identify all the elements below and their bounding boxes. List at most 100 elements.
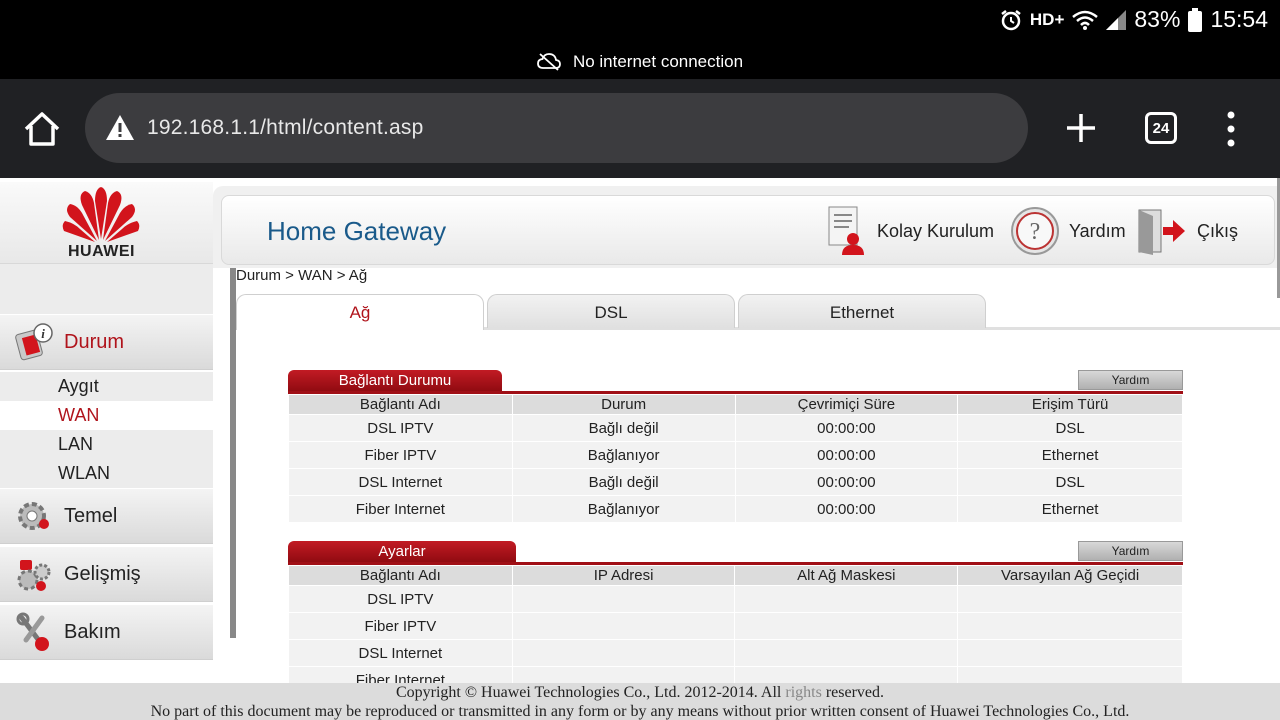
- nav-label: Temel: [64, 504, 118, 527]
- battery-icon: [1188, 7, 1203, 32]
- nav-sub-wlan[interactable]: WLAN: [0, 459, 213, 488]
- logo-text: HUAWEI: [68, 243, 135, 260]
- column-header: Bağlantı Adı: [288, 394, 513, 415]
- table-cell: 00:00:00: [734, 414, 959, 442]
- info-status-icon: i: [15, 323, 53, 361]
- page-header: Home Gateway Kolay Kurulum ? Yardım Çıkı…: [221, 195, 1275, 265]
- table-row: DSL Internet: [288, 639, 1183, 667]
- footer: Copyright © Huawei Technologies Co., Ltd…: [0, 683, 1280, 720]
- table-cell: [734, 585, 959, 613]
- hd-plus-indicator: HD+: [1029, 9, 1065, 29]
- router-page: HUAWEI i Durum Aygıt WAN LAN WLAN Temel …: [0, 178, 1280, 720]
- table-row: DSL Internet Bağlı değil 00:00:00 DSL: [288, 468, 1183, 496]
- column-header: Bağlantı Adı: [288, 565, 513, 586]
- table-cell: Ethernet: [957, 495, 1183, 523]
- connection-status-title: Bağlantı Durumu: [288, 370, 502, 392]
- copyright-text: Copyright © Huawei Technologies Co., Ltd…: [395, 684, 782, 701]
- nav-sub-wan[interactable]: WAN: [0, 401, 213, 430]
- svg-text:i: i: [41, 326, 45, 341]
- address-bar[interactable]: 192.168.1.1/html/content.asp: [85, 93, 1028, 163]
- help-label: Yardım: [1069, 220, 1126, 241]
- table-cell: DSL IPTV: [288, 414, 513, 442]
- nav-durum[interactable]: i Durum: [0, 314, 213, 370]
- column-header: Erişim Türü: [957, 394, 1183, 415]
- table-cell: [511, 639, 736, 667]
- column-header: Alt Ağ Maskesi: [734, 565, 959, 586]
- tab-switcher-button[interactable]: 24: [1145, 112, 1177, 144]
- table-cell: Bağlı değil: [511, 468, 736, 496]
- quick-setup-link[interactable]: Kolay Kurulum: [825, 196, 994, 266]
- table-row: DSL IPTV: [288, 585, 1183, 613]
- url-text[interactable]: 192.168.1.1/html/content.asp: [147, 116, 423, 140]
- quick-setup-icon: [828, 206, 864, 255]
- copyright-line: Copyright © Huawei Technologies Co., Ltd…: [0, 683, 1280, 702]
- alarm-icon: [1001, 9, 1021, 30]
- logout-link[interactable]: Çıkış: [1137, 196, 1238, 266]
- nav-label: Gelişmiş: [64, 562, 141, 585]
- copyright-end: reserved.: [825, 684, 884, 701]
- warning-icon[interactable]: [105, 113, 135, 143]
- left-navigation: HUAWEI i Durum Aygıt WAN LAN WLAN Temel …: [0, 178, 213, 720]
- cloud-off-icon: [537, 52, 561, 71]
- logout-label: Çıkış: [1197, 220, 1239, 241]
- connection-status-help-button[interactable]: Yardım: [1078, 370, 1183, 390]
- table-cell: [957, 612, 1183, 640]
- tab-ag[interactable]: Ağ: [236, 294, 484, 330]
- table-cell: 00:00:00: [734, 441, 959, 469]
- nav-gelismis[interactable]: Gelişmiş: [0, 546, 213, 602]
- status-bar: HD+ 83% 15:54: [0, 0, 1280, 44]
- table-cell: Ethernet: [957, 441, 1183, 469]
- nav-spacer: [0, 264, 213, 314]
- more-menu-icon[interactable]: [1222, 109, 1240, 149]
- nav-bakim[interactable]: Bakım: [0, 604, 213, 660]
- table-row: DSL IPTV Bağlı değil 00:00:00 DSL: [288, 414, 1183, 442]
- settings-help-button[interactable]: Yardım: [1078, 541, 1183, 561]
- table-cell: Bağlanıyor: [511, 441, 736, 469]
- table-cell: DSL: [957, 468, 1183, 496]
- gear-icon: [18, 502, 49, 530]
- table-cell: [511, 612, 736, 640]
- table-cell: 00:00:00: [734, 495, 959, 523]
- table-row: Fiber IPTV: [288, 612, 1183, 640]
- column-header: IP Adresi: [511, 565, 736, 586]
- nav-label: Durum: [64, 330, 125, 353]
- nav-temel[interactable]: Temel: [0, 488, 213, 544]
- maintenance-tools-icon: [16, 612, 49, 651]
- nav-sub-lan[interactable]: LAN: [0, 430, 213, 459]
- browser-toolbar: 192.168.1.1/html/content.asp 24: [0, 79, 1280, 178]
- table-cell: Fiber IPTV: [288, 441, 513, 469]
- tab-dsl[interactable]: DSL: [487, 294, 735, 328]
- table-row: Fiber Internet Bağlanıyor 00:00:00 Ethernet: [288, 495, 1183, 523]
- help-link[interactable]: ? Yardım: [1009, 196, 1126, 266]
- table-cell: [734, 612, 959, 640]
- table-cell: DSL IPTV: [288, 585, 513, 613]
- quick-setup-label: Kolay Kurulum: [877, 220, 995, 241]
- table-cell: Fiber Internet: [288, 495, 513, 523]
- home-icon[interactable]: [22, 109, 62, 149]
- column-header: Çevrimiçi Süre: [734, 394, 959, 415]
- table-cell: DSL Internet: [288, 639, 513, 667]
- tab-ethernet[interactable]: Ethernet: [738, 294, 986, 328]
- clock: 15:54: [1210, 6, 1268, 32]
- table-cell: DSL Internet: [288, 468, 513, 496]
- table-cell: DSL: [957, 414, 1183, 442]
- wifi-icon: [1072, 10, 1099, 30]
- copyright-rights: rights: [785, 684, 822, 701]
- table-cell: [511, 585, 736, 613]
- table-cell: Bağlanıyor: [511, 495, 736, 523]
- page-title: Home Gateway: [267, 216, 447, 246]
- settings-table: Bağlantı Adı IP Adresi Alt Ağ Maskesi Varsa…: [288, 565, 1183, 694]
- new-tab-icon[interactable]: [1064, 111, 1098, 145]
- footer-notice: No part of this document may be reproduc…: [150, 703, 1130, 720]
- no-internet-text: No internet connection: [572, 51, 744, 71]
- no-internet-banner: No internet connection: [0, 44, 1280, 79]
- huawei-logo-icon: [62, 187, 140, 242]
- advanced-settings-icon: [17, 560, 51, 591]
- column-header: Varsayılan Ağ Geçidi: [957, 565, 1183, 586]
- signal-icon: [1106, 9, 1127, 30]
- table-cell: [957, 639, 1183, 667]
- nav-sub-aygit[interactable]: Aygıt: [0, 372, 213, 401]
- svg-text:?: ?: [1030, 219, 1041, 245]
- table-cell: [734, 639, 959, 667]
- column-header: Durum: [511, 394, 736, 415]
